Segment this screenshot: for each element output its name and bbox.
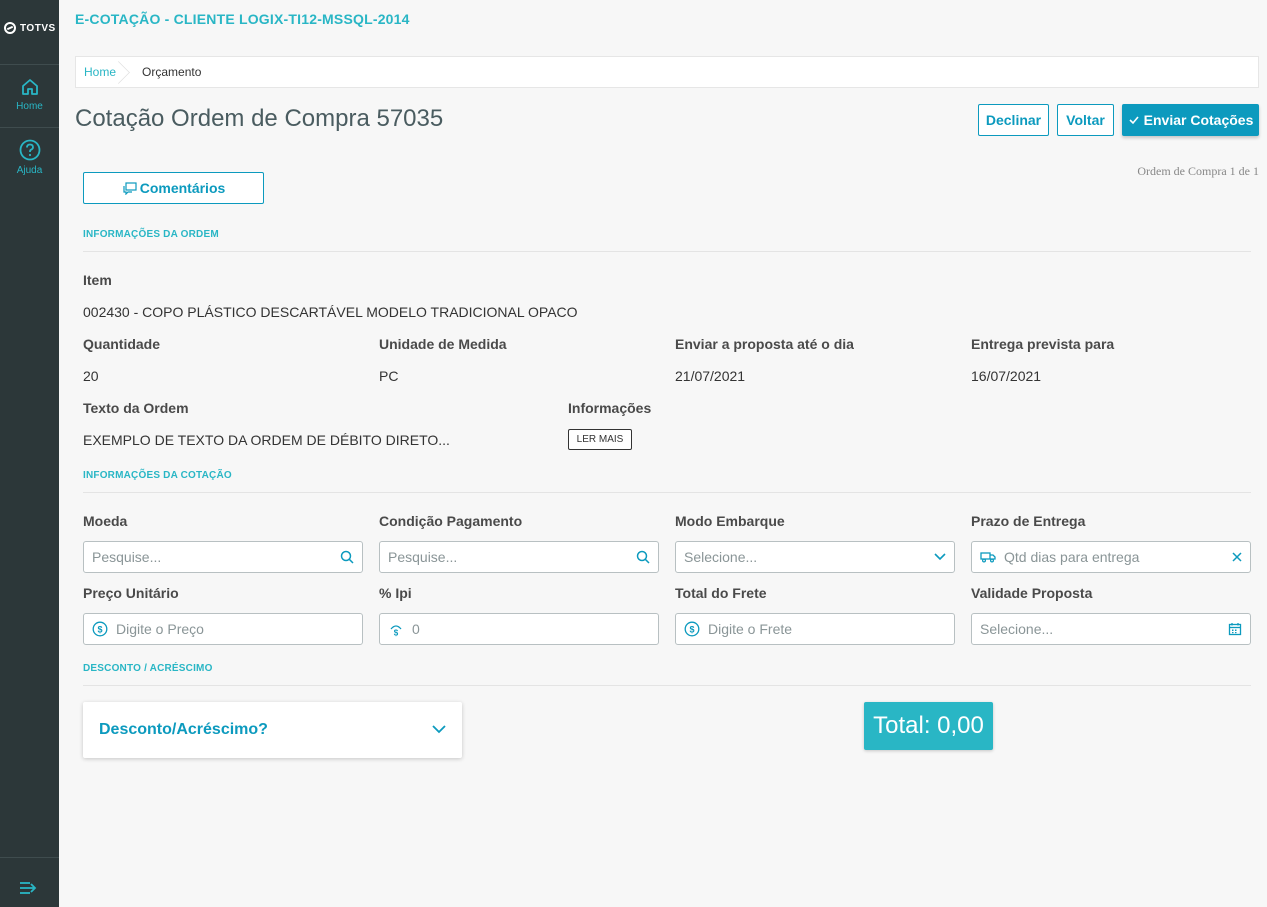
deadline-label: Enviar a proposta até o dia [675, 336, 854, 352]
quantity-label: Quantidade [83, 336, 161, 352]
ipi-placeholder: 0 [412, 621, 420, 637]
search-icon[interactable] [340, 550, 354, 564]
app-title: E-COTAÇÃO - CLIENTE LOGIX-TI12-MSSQL-201… [75, 11, 410, 27]
delivery-value: 16/07/2021 [971, 368, 1042, 384]
sidebar-item-home[interactable]: Home [0, 77, 59, 112]
payment-label: Condição Pagamento [379, 513, 523, 529]
section-divider [83, 251, 1251, 252]
currency-label: Moeda [83, 513, 128, 529]
collapse-menu-icon [20, 882, 37, 894]
dollar-icon: $ [92, 621, 108, 637]
check-icon [1129, 116, 1139, 125]
order-text-value: EXEMPLO DE TEXTO DA ORDEM DE DÉBITO DIRE… [83, 432, 450, 448]
read-more-button[interactable]: LER MAIS [568, 429, 632, 450]
unit-value: PC [379, 368, 399, 384]
section-title-order: INFORMAÇÕES DA ORDEM [83, 229, 219, 240]
item-value: 002430 - COPO PLÁSTICO DESCARTÁVEL MODEL… [83, 304, 578, 320]
pagination-info: Ordem de Compra 1 de 1 [1137, 164, 1259, 178]
page-title: Cotação Ordem de Compra 57035 [75, 105, 444, 132]
sidebar-item-label: Ajuda [16, 165, 43, 176]
section-divider [83, 492, 1251, 493]
truck-icon [980, 551, 996, 563]
logo-text: TOTVS [20, 22, 56, 34]
clear-icon[interactable] [1232, 552, 1242, 562]
svg-text:$: $ [394, 629, 399, 638]
lead-time-placeholder: Qtd dias para entrega [1004, 549, 1140, 565]
breadcrumb-current: Orçamento [142, 65, 202, 79]
deadline-value: 21/07/2021 [675, 368, 746, 384]
collapse-menu-button[interactable] [18, 880, 38, 901]
sidebar-item-help[interactable]: Ajuda [0, 139, 59, 176]
home-icon [21, 79, 38, 95]
currency-search-input[interactable]: Pesquise... [83, 541, 363, 573]
chevron-down-icon [432, 721, 446, 739]
help-icon [19, 139, 40, 161]
unit-label: Unidade de Medida [379, 336, 507, 352]
calendar-icon[interactable] [1228, 622, 1242, 636]
totvs-logo: TOTVS [4, 22, 56, 34]
sidebar-divider [0, 64, 59, 65]
breadcrumb-home-link[interactable]: Home [76, 57, 124, 87]
unit-price-placeholder: Digite o Preço [116, 621, 204, 637]
unit-price-label: Preço Unitário [83, 585, 179, 601]
svg-text:$: $ [97, 625, 102, 635]
ipi-label: % Ipi [379, 585, 412, 601]
sidebar-item-label: Home [16, 101, 43, 112]
chevron-down-icon [934, 553, 946, 561]
freight-input[interactable]: $ Digite o Frete [675, 613, 955, 645]
validity-label: Validade Proposta [971, 585, 1093, 601]
breadcrumb: Home Orçamento [75, 56, 1259, 88]
comments-icon [123, 182, 137, 195]
lead-time-label: Prazo de Entrega [971, 513, 1086, 529]
ipi-input[interactable]: $ 0 [379, 613, 659, 645]
quantity-value: 20 [83, 368, 99, 384]
payment-placeholder: Pesquise... [388, 549, 458, 565]
back-button[interactable]: Voltar [1057, 104, 1114, 136]
logo-icon [4, 22, 16, 34]
freight-label: Total do Frete [675, 585, 767, 601]
sidebar-divider [0, 127, 59, 128]
info-label: Informações [568, 400, 652, 416]
delivery-label: Entrega prevista para [971, 336, 1115, 352]
order-text-label: Texto da Ordem [83, 400, 189, 416]
shipping-label: Modo Embarque [675, 513, 785, 529]
search-icon[interactable] [636, 550, 650, 564]
discount-accordion-title: Desconto/Acréscimo? [99, 721, 268, 738]
decline-button[interactable]: Declinar [978, 104, 1049, 136]
freight-placeholder: Digite o Frete [708, 621, 793, 637]
item-label: Item [83, 272, 112, 288]
dollar-icon: $ [684, 621, 700, 637]
shipping-select[interactable]: Selecione... [675, 541, 955, 573]
sidebar-divider [0, 857, 59, 858]
validity-date-input[interactable]: Selecione... [971, 613, 1251, 645]
section-title-discount: DESCONTO / ACRÉSCIMO [83, 663, 213, 674]
sidebar: TOTVS Home Ajuda [0, 0, 59, 907]
total-badge: Total: 0,00 [864, 702, 993, 750]
currency-placeholder: Pesquise... [92, 549, 162, 565]
tax-icon: $ [388, 621, 404, 637]
shipping-placeholder: Selecione... [684, 549, 758, 565]
validity-placeholder: Selecione... [980, 621, 1054, 637]
lead-time-input[interactable]: Qtd dias para entrega [971, 541, 1251, 573]
section-title-quote: INFORMAÇÕES DA COTAÇÃO [83, 470, 232, 481]
section-divider [83, 685, 1251, 686]
svg-text:$: $ [689, 625, 694, 635]
payment-search-input[interactable]: Pesquise... [379, 541, 659, 573]
send-quotes-button[interactable]: Enviar Cotações [1122, 104, 1259, 136]
comments-label: Comentários [139, 180, 226, 196]
unit-price-input[interactable]: $ Digite o Preço [83, 613, 363, 645]
comments-button[interactable]: Comentários [83, 172, 264, 204]
discount-accordion[interactable]: Desconto/Acréscimo? [83, 702, 462, 758]
send-quotes-label: Enviar Cotações [1143, 112, 1254, 128]
